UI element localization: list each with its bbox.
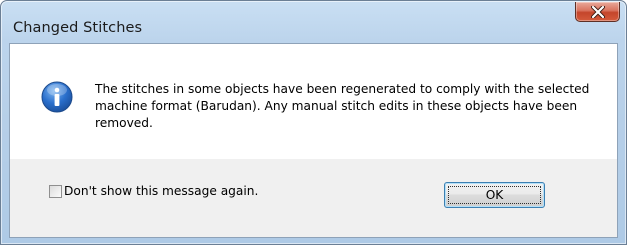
ok-button-label: OK: [485, 188, 504, 202]
close-icon: [591, 6, 605, 18]
dont-show-again-checkbox[interactable]: [49, 184, 62, 198]
message-text: The stitches in some objects have been r…: [95, 82, 590, 130]
dont-show-again-option[interactable]: Don't show this message again.: [49, 183, 258, 199]
close-button[interactable]: [575, 2, 620, 22]
dialog-client-area: The stitches in some objects have been r…: [9, 43, 618, 238]
title-bar[interactable]: Changed Stitches: [1, 1, 626, 43]
dont-show-again-label[interactable]: Don't show this message again.: [64, 184, 258, 198]
dialog-footer: Don't show this message again. OK: [10, 159, 617, 237]
dialog-window: Changed Stitches The stitches in some ob…: [0, 0, 627, 245]
window-title: Changed Stitches: [13, 20, 143, 36]
ok-button[interactable]: OK: [444, 182, 545, 208]
info-icon: [41, 81, 73, 113]
message-area: The stitches in some objects have been r…: [10, 44, 617, 159]
